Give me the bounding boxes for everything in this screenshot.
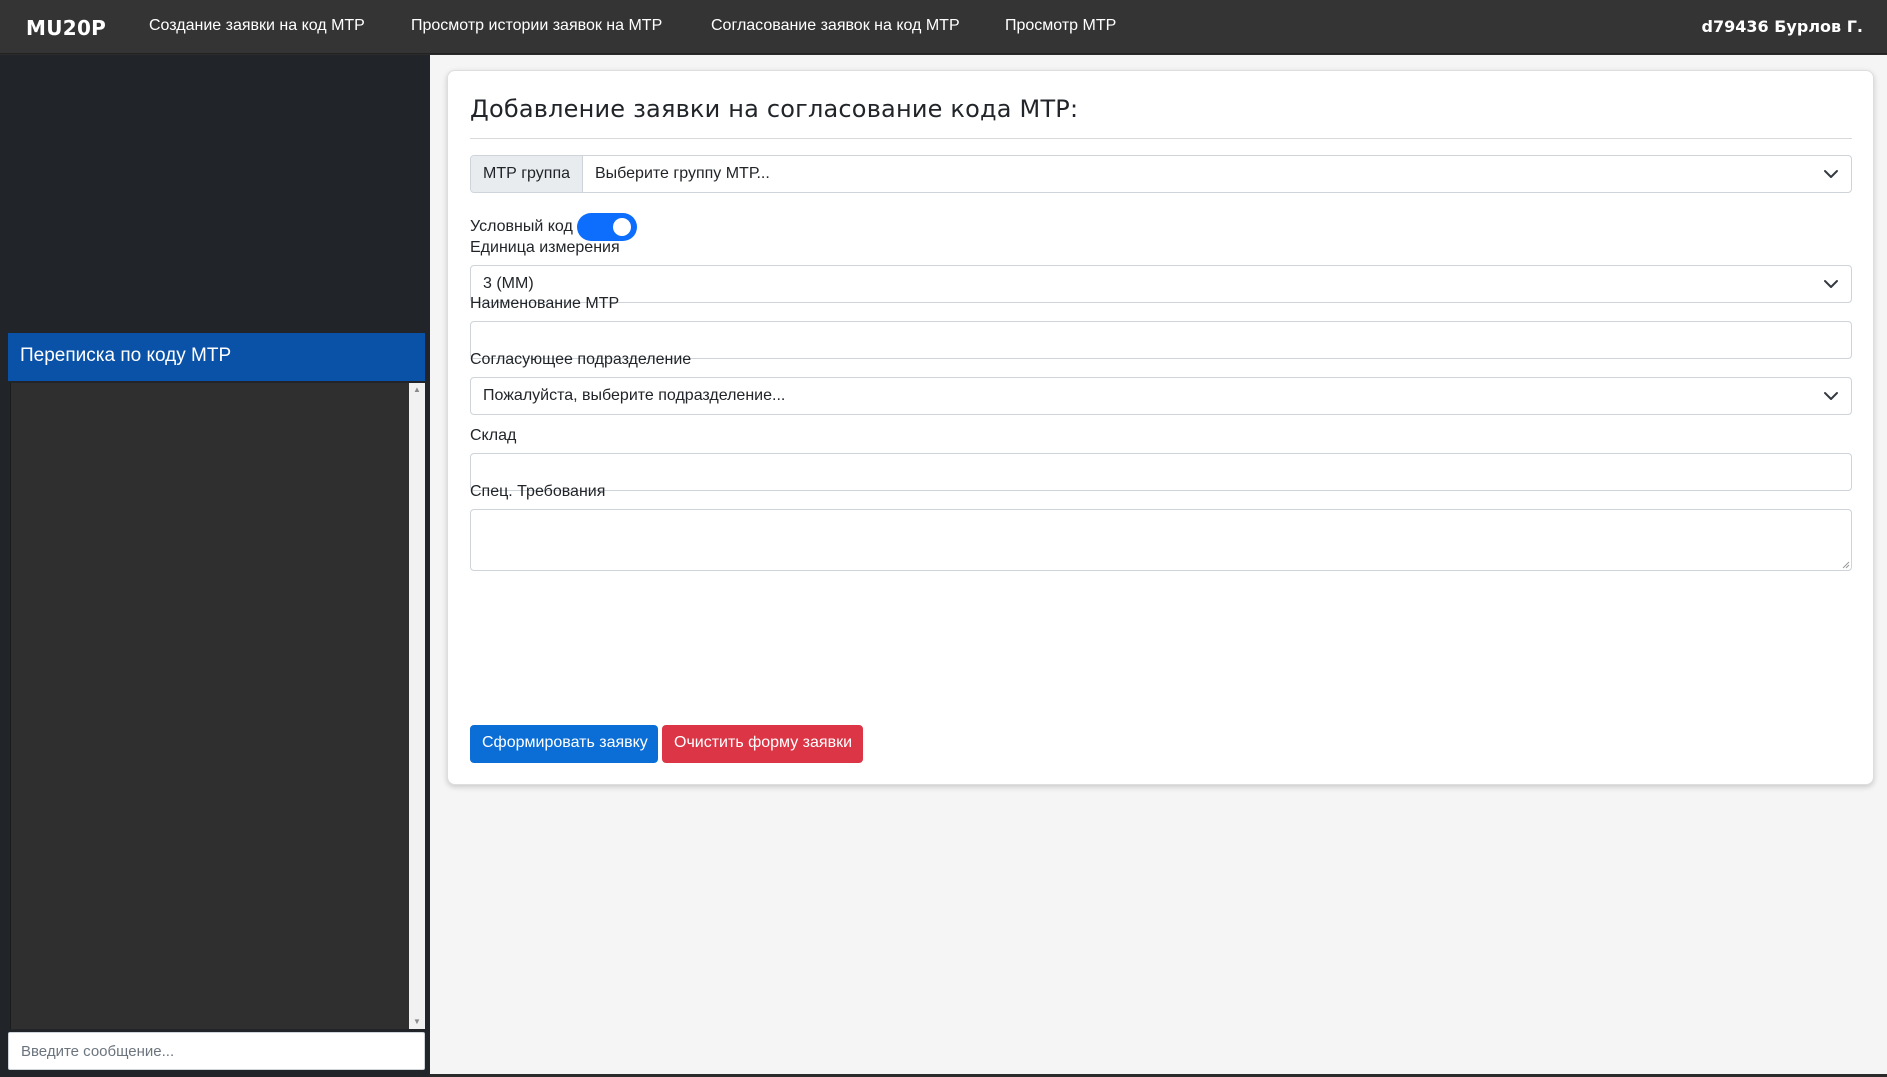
conditional-code-label: Условный код <box>470 218 573 235</box>
resize-grip-icon[interactable] <box>1840 559 1850 569</box>
mtr-name-label: Наименование МТР <box>470 295 620 312</box>
unit-label: Единица измерения <box>470 239 620 256</box>
nav-request-history[interactable]: Просмотр истории заявок на МТР <box>411 17 662 35</box>
department-select-value: Пожалуйста, выберите подразделение... <box>483 387 786 404</box>
submit-request-button[interactable]: Сформировать заявку <box>470 725 658 763</box>
chat-header: Переписка по коду МТР <box>8 333 425 381</box>
chat-scrollbar[interactable]: ▲ ▼ <box>409 383 425 1029</box>
requirements-label: Спец. Требования <box>470 483 606 500</box>
chevron-down-icon <box>1824 280 1838 288</box>
chevron-down-icon <box>1824 170 1838 178</box>
toggle-knob <box>612 218 631 236</box>
mtr-group-input-group: МТР группа Выберите группу МТР... <box>470 155 1852 193</box>
chat-messages-area[interactable]: ▲ ▼ <box>10 383 425 1029</box>
conditional-code-toggle[interactable] <box>576 213 637 241</box>
chat-message-input[interactable] <box>8 1032 425 1070</box>
department-label: Согласующее подразделение <box>470 351 692 368</box>
unit-select[interactable]: 3 (ММ) <box>470 265 1852 303</box>
scroll-down-arrow-icon[interactable]: ▼ <box>409 1015 425 1029</box>
scroll-up-arrow-icon[interactable]: ▲ <box>409 383 425 397</box>
warehouse-label: Склад <box>470 427 517 444</box>
clear-form-button[interactable]: Очистить форму заявки <box>662 725 863 763</box>
warehouse-input[interactable] <box>470 453 1852 491</box>
main-content: Добавление заявки на согласование кода М… <box>430 55 1887 1074</box>
nav-create-request[interactable]: Создание заявки на код МТР <box>149 17 365 35</box>
mtr-group-select[interactable]: Выберите группу МТР... <box>583 156 1851 192</box>
nav-view-mtr[interactable]: Просмотр МТР <box>1005 17 1116 35</box>
mtr-group-label: МТР группа <box>471 156 583 192</box>
title-divider <box>470 138 1852 139</box>
top-navbar: MU20P Создание заявки на код МТР Просмот… <box>0 0 1887 54</box>
form-title: Добавление заявки на согласование кода М… <box>470 95 1079 123</box>
current-user[interactable]: d79436 Бурлов Г. <box>1702 17 1863 36</box>
chevron-down-icon <box>1824 392 1838 400</box>
sidebar: Переписка по коду МТР ▲ ▼ <box>0 55 430 1077</box>
conditional-code-row: Условный код <box>470 213 637 241</box>
unit-select-value: 3 (ММ) <box>483 275 534 292</box>
brand-logo[interactable]: MU20P <box>26 16 106 40</box>
requirements-textarea[interactable] <box>470 509 1852 571</box>
request-form-card: Добавление заявки на согласование кода М… <box>447 70 1874 785</box>
mtr-group-select-value: Выберите группу МТР... <box>595 165 770 182</box>
nav-approve-requests[interactable]: Согласование заявок на код МТР <box>711 17 960 35</box>
department-select[interactable]: Пожалуйста, выберите подразделение... <box>470 377 1852 415</box>
